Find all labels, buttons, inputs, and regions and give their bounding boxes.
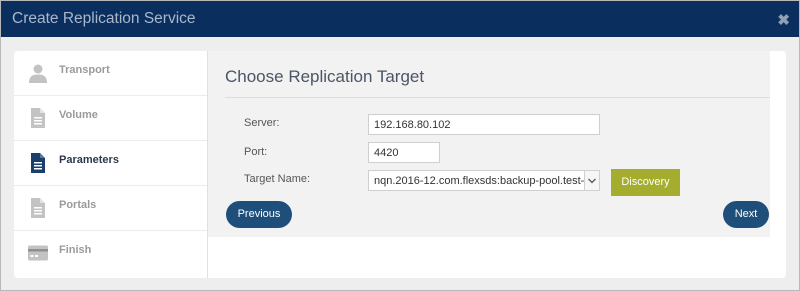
step-volume[interactable]: Volume <box>14 96 207 141</box>
step-content: Choose Replication Target Server: Port: … <box>208 51 770 237</box>
document-icon <box>31 198 45 218</box>
wizard-panel: Transport Volume Parameters Portals Fini… <box>14 51 786 278</box>
step-transport[interactable]: Transport <box>14 51 207 96</box>
content-title: Choose Replication Target <box>225 67 425 86</box>
next-button[interactable]: Next <box>723 201 769 228</box>
step-finish[interactable]: Finish <box>14 231 207 275</box>
step-label: Parameters <box>59 154 119 166</box>
step-label: Transport <box>59 64 110 76</box>
document-icon <box>31 108 45 128</box>
step-parameters[interactable]: Parameters <box>14 141 207 186</box>
dialog-title-bar: Create Replication Service ✖ <box>1 1 799 37</box>
chevron-down-icon[interactable] <box>584 171 599 190</box>
user-icon <box>29 64 47 83</box>
close-icon[interactable]: ✖ <box>777 11 790 29</box>
target-name-label: Target Name: <box>244 173 311 185</box>
step-label: Volume <box>59 109 98 121</box>
port-input[interactable] <box>368 142 440 163</box>
divider <box>225 97 770 98</box>
server-input[interactable] <box>368 114 600 135</box>
target-name-value: nqn.2016-12.com.flexsds:backup-pool.test… <box>374 175 591 187</box>
wizard-steps-sidebar: Transport Volume Parameters Portals Fini… <box>14 51 208 278</box>
create-replication-dialog: Create Replication Service ✖ Transport V… <box>0 0 800 291</box>
discovery-button[interactable]: Discovery <box>611 169 680 196</box>
step-portals[interactable]: Portals <box>14 186 207 231</box>
dialog-title: Create Replication Service <box>12 10 196 27</box>
port-label: Port: <box>244 146 268 158</box>
credit-card-icon <box>28 245 48 261</box>
step-label: Finish <box>59 244 92 256</box>
document-icon <box>31 153 45 173</box>
previous-button[interactable]: Previous <box>226 201 292 228</box>
target-name-select[interactable]: nqn.2016-12.com.flexsds:backup-pool.test… <box>368 170 600 191</box>
step-label: Portals <box>59 199 97 211</box>
server-label: Server: <box>244 117 280 129</box>
